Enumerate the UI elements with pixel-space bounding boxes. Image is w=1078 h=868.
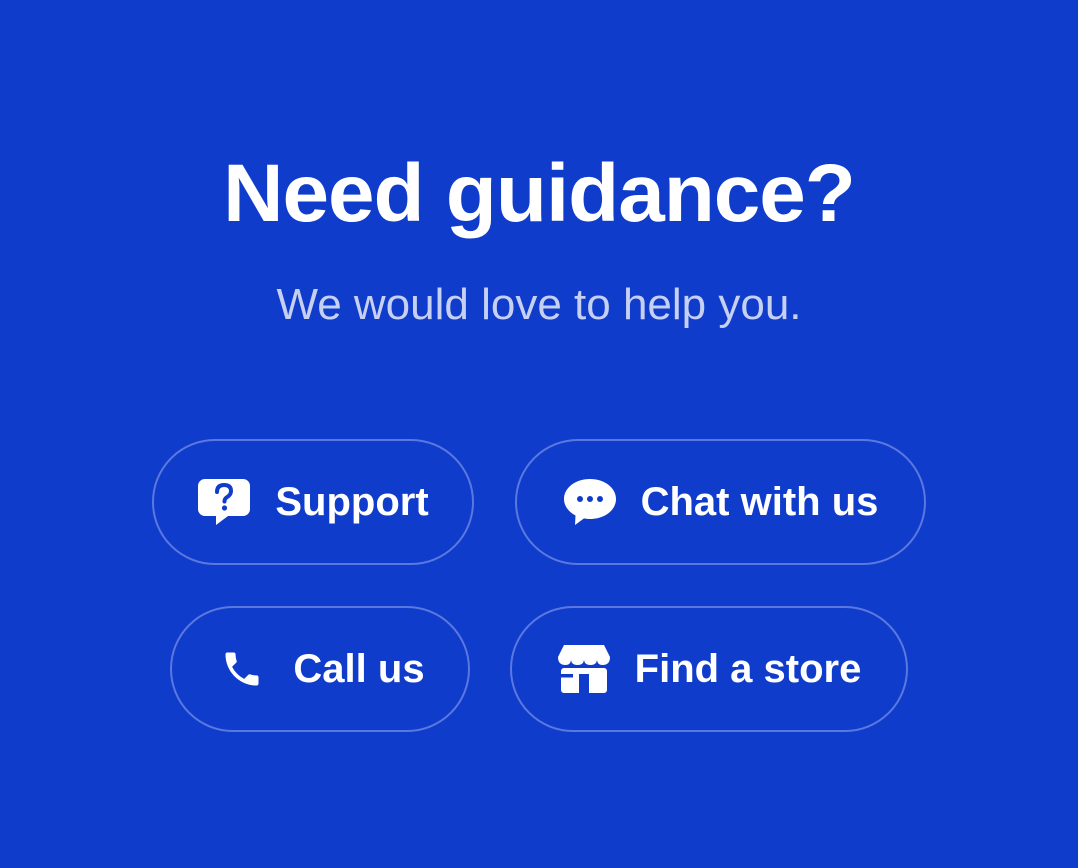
find-store-button[interactable]: Find a store (510, 606, 908, 732)
storefront-icon (557, 642, 611, 696)
page-subtitle: We would love to help you. (276, 280, 802, 329)
call-label: Call us (293, 647, 425, 691)
find-store-label: Find a store (634, 647, 862, 691)
chat-button[interactable]: Chat with us (515, 439, 926, 565)
support-label: Support (275, 480, 429, 524)
page-title: Need guidance? (223, 148, 856, 239)
question-bubble-icon (197, 475, 251, 529)
chat-label: Chat with us (640, 480, 879, 524)
phone-icon (215, 642, 269, 696)
support-button[interactable]: Support (152, 439, 474, 565)
chat-bubble-icon (563, 475, 617, 529)
call-button[interactable]: Call us (170, 606, 470, 732)
